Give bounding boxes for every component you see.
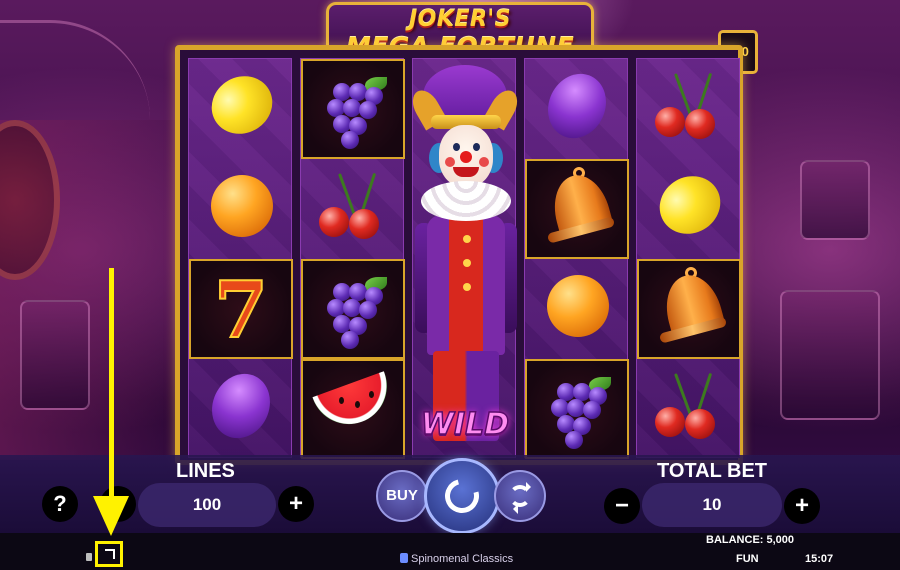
brand-footer: Spinomenal Classics (400, 553, 513, 565)
symbol-cherries (301, 159, 405, 259)
symbol-plum (189, 359, 293, 459)
title-line-1: JOKER'S (409, 7, 511, 32)
symbol-seven: 7 (189, 259, 293, 359)
fullscreen-button[interactable] (95, 541, 123, 567)
autoplay-arrow-icon (508, 504, 518, 514)
bet-value: 10 (642, 483, 782, 527)
symbol-orange (189, 159, 293, 259)
bet-decrease-button[interactable]: − (604, 488, 640, 524)
lines-label: LINES (176, 460, 235, 482)
symbol-lemon (189, 59, 293, 159)
reel-4 (524, 58, 629, 459)
mode-text: FUN (736, 553, 759, 565)
balance-text: BALANCE: 5,000 (706, 534, 795, 546)
autoplay-button[interactable] (494, 470, 546, 522)
spinomenal-logo-icon (400, 553, 408, 563)
symbol-bell (525, 159, 629, 259)
symbol-watermelon (301, 359, 405, 459)
symbol-plum (525, 59, 629, 159)
lines-increase-button[interactable]: + (278, 486, 314, 522)
annotation-arrow-head (93, 496, 129, 536)
symbol-lemon (637, 159, 741, 259)
wild-label: WILD (420, 406, 510, 443)
bet-increase-button[interactable]: + (784, 488, 820, 524)
symbol-joker-wild (407, 59, 523, 459)
sound-icon[interactable] (86, 553, 92, 561)
reel-1: 7 (188, 58, 293, 459)
reel-3: WILD (407, 58, 523, 459)
brand-name: Spinomenal Classics (411, 553, 514, 565)
clock-text: 15:07 (805, 553, 834, 565)
fullscreen-icon (105, 549, 115, 559)
buy-button[interactable]: BUY (376, 470, 428, 522)
symbol-grapes (301, 59, 405, 159)
autoplay-arrow-icon (526, 482, 536, 492)
symbol-grapes (525, 359, 629, 459)
spin-icon (438, 472, 486, 520)
background-machine (20, 300, 90, 410)
symbol-grapes (301, 259, 405, 359)
symbol-cherries (637, 59, 741, 159)
reel-5 (636, 58, 741, 459)
symbol-orange (525, 259, 629, 359)
spin-button[interactable] (424, 458, 500, 534)
reel-2 (300, 58, 405, 459)
background-machine (800, 160, 870, 240)
help-button[interactable]: ? (42, 486, 78, 522)
annotation-arrow-shaft (109, 268, 114, 498)
symbol-cherries (637, 359, 741, 459)
total-bet-label: TOTAL BET (657, 460, 767, 482)
background-machine (780, 290, 880, 420)
lines-value: 100 (138, 483, 276, 527)
symbol-bell (637, 259, 741, 359)
reels-frame: 7 WILD (175, 45, 743, 465)
